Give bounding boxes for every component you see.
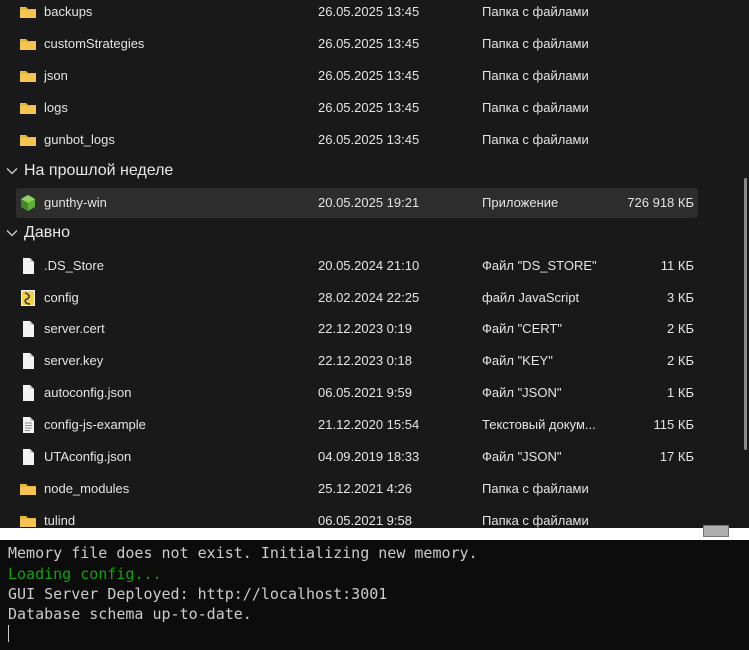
chevron-down-icon[interactable] [5, 164, 19, 178]
file-row-gunbot-logs[interactable]: gunbot_logs 26.05.2025 13:45 Папка с фай… [16, 125, 698, 155]
file-date: 25.12.2021 4:26 [318, 481, 412, 496]
file-type: Папка с файлами [482, 100, 589, 115]
file-name: tulind [44, 513, 76, 528]
file-row-config-js-example[interactable]: config-js-example 21.12.2020 15:54 Текст… [16, 410, 698, 440]
text-cursor [8, 625, 9, 642]
folder-icon [19, 67, 37, 85]
file-type: Файл "DS_STORE" [482, 258, 597, 273]
chevron-down-icon[interactable] [5, 226, 19, 240]
js-file-icon [19, 289, 37, 307]
file-size: 115 КБ [653, 417, 694, 432]
file-icon [19, 448, 37, 466]
window-divider [0, 525, 749, 540]
file-type: Приложение [482, 195, 559, 210]
file-name: server.cert [44, 321, 105, 336]
folder-icon [19, 3, 37, 21]
file-icon [19, 384, 37, 402]
app-cube-icon [19, 194, 37, 212]
file-date: 22.12.2023 0:18 [318, 353, 412, 368]
file-name: config-js-example [44, 417, 146, 432]
file-type: Файл "KEY" [482, 353, 553, 368]
file-date: 28.02.2024 22:25 [318, 290, 420, 305]
file-type: Папка с файлами [482, 481, 589, 496]
file-date: 26.05.2025 13:45 [318, 132, 420, 147]
terminal-line: GUI Server Deployed: http://localhost:30… [8, 585, 388, 603]
text-file-icon [19, 416, 37, 434]
file-name: config [44, 290, 79, 305]
file-size: 3 КБ [667, 290, 694, 305]
file-name: customStrategies [44, 36, 145, 51]
resize-grip[interactable] [703, 525, 729, 537]
file-type: Файл "JSON" [482, 385, 562, 400]
file-date: 26.05.2025 13:45 [318, 68, 420, 83]
file-explorer-list: backups 26.05.2025 13:45 Папка с файлами… [0, 0, 749, 528]
file-name: backups [44, 4, 93, 19]
file-row-config[interactable]: config 28.02.2024 22:25 файл JavaScript … [16, 283, 698, 313]
file-name: gunthy-win [44, 195, 107, 210]
folder-icon [19, 512, 37, 528]
file-size: 2 КБ [667, 353, 694, 368]
file-name: json [44, 68, 68, 83]
file-type: Папка с файлами [482, 68, 589, 83]
file-row-gunthy-win[interactable]: gunthy-win 20.05.2025 19:21 Приложение 7… [16, 188, 698, 218]
file-date: 22.12.2023 0:19 [318, 321, 412, 336]
file-name: gunbot_logs [44, 132, 115, 147]
file-size: 11 КБ [660, 258, 694, 273]
file-row-tulind[interactable]: tulind 06.05.2021 9:58 Папка с файлами [16, 506, 698, 528]
folder-icon [19, 99, 37, 117]
terminal-line: Memory file does not exist. Initializing… [8, 544, 478, 562]
file-date: 06.05.2021 9:58 [318, 513, 412, 528]
file-name: server.key [44, 353, 104, 368]
file-date: 26.05.2025 13:45 [318, 4, 420, 19]
folder-icon [19, 131, 37, 149]
file-date: 04.09.2019 18:33 [318, 449, 420, 464]
file-type: Папка с файлами [482, 513, 589, 528]
file-type: Текстовый докум... [482, 417, 596, 432]
file-icon [19, 320, 37, 338]
file-row-customstrategies[interactable]: customStrategies 26.05.2025 13:45 Папка … [16, 29, 698, 59]
file-date: 06.05.2021 9:59 [318, 385, 412, 400]
file-type: Файл "JSON" [482, 449, 562, 464]
group-label: На прошлой неделе [24, 162, 174, 179]
file-date: 21.12.2020 15:54 [318, 417, 420, 432]
file-size: 1 КБ [667, 385, 694, 400]
file-date: 20.05.2024 21:10 [318, 258, 420, 273]
file-size: 726 918 КБ [627, 195, 694, 210]
file-date: 26.05.2025 13:45 [318, 100, 420, 115]
file-row-node-modules[interactable]: node_modules 25.12.2021 4:26 Папка с фай… [16, 474, 698, 504]
file-type: Папка с файлами [482, 132, 589, 147]
file-name: logs [44, 100, 68, 115]
file-name: autoconfig.json [44, 385, 132, 400]
file-type: Папка с файлами [482, 4, 589, 19]
file-icon [19, 257, 37, 275]
file-icon [19, 352, 37, 370]
file-row-backups[interactable]: backups 26.05.2025 13:45 Папка с файлами [16, 0, 698, 27]
file-date: 26.05.2025 13:45 [318, 36, 420, 51]
file-date: 20.05.2025 19:21 [318, 195, 420, 210]
terminal-window[interactable]: Memory file does not exist. Initializing… [0, 540, 749, 650]
file-size: 17 КБ [659, 449, 694, 464]
file-row-ds-store[interactable]: .DS_Store 20.05.2024 21:10 Файл "DS_STOR… [16, 251, 698, 281]
vertical-scrollbar[interactable] [744, 178, 747, 450]
folder-icon [19, 35, 37, 53]
file-type: файл JavaScript [482, 290, 580, 305]
file-type: Файл "CERT" [482, 321, 562, 336]
file-name: .DS_Store [44, 258, 104, 273]
file-row-json[interactable]: json 26.05.2025 13:45 Папка с файлами [16, 61, 698, 91]
file-row-server-key[interactable]: server.key 22.12.2023 0:18 Файл "KEY" 2 … [16, 346, 698, 376]
terminal-line: Loading config... [8, 565, 162, 583]
file-name: UTAconfig.json [44, 449, 132, 464]
file-name: node_modules [44, 481, 130, 496]
file-row-autoconfig-json[interactable]: autoconfig.json 06.05.2021 9:59 Файл "JS… [16, 378, 698, 408]
file-row-logs[interactable]: logs 26.05.2025 13:45 Папка с файлами [16, 93, 698, 123]
terminal-line: Database schema up-to-date. [8, 605, 252, 623]
group-label: Давно [24, 224, 70, 241]
folder-icon [19, 480, 37, 498]
file-size: 2 КБ [667, 321, 694, 336]
file-row-utaconfig-json[interactable]: UTAconfig.json 04.09.2019 18:33 Файл "JS… [16, 442, 698, 472]
file-row-server-cert[interactable]: server.cert 22.12.2023 0:19 Файл "CERT" … [16, 314, 698, 344]
file-type: Папка с файлами [482, 36, 589, 51]
